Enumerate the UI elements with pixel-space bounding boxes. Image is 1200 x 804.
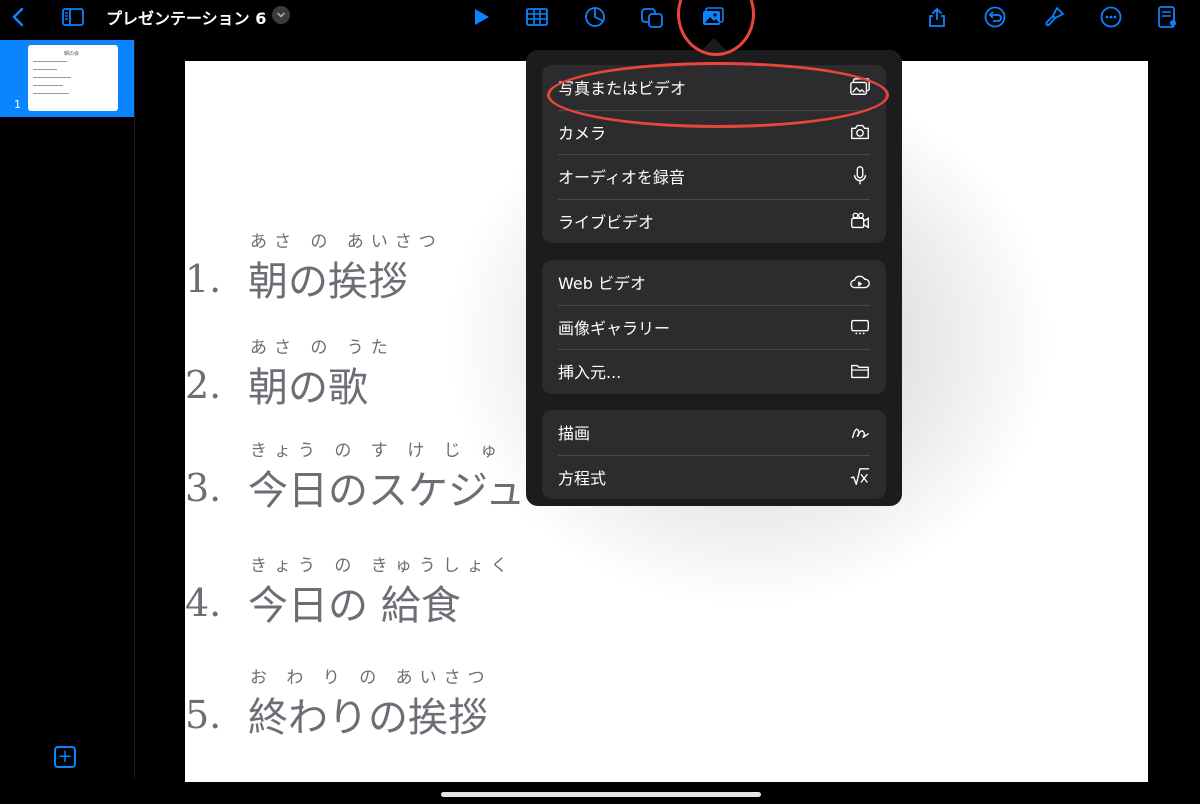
add-slide-button[interactable]: + <box>54 746 76 768</box>
slide-number: 1 <box>14 98 21 111</box>
menu-item-record-audio[interactable]: オーディオを録音 <box>542 154 886 199</box>
chevron-down-icon[interactable] <box>272 6 290 24</box>
more-icon[interactable] <box>1096 2 1126 32</box>
table-icon[interactable] <box>522 2 552 32</box>
draw-icon <box>848 421 872 443</box>
undo-icon[interactable] <box>980 2 1010 32</box>
menu-group-media: 写真またはビデオ カメラ オーディオを録音 ライブビデオ <box>542 65 886 243</box>
item-text: 朝の歌 <box>248 365 368 411</box>
menu-item-photo-or-video[interactable]: 写真またはビデオ <box>542 65 886 110</box>
play-icon[interactable] <box>466 2 496 32</box>
slide-navigator <box>0 38 134 804</box>
cloud-play-icon <box>848 271 872 293</box>
back-icon[interactable] <box>4 2 34 32</box>
menu-item-label: 挿入元... <box>558 363 622 383</box>
share-icon[interactable] <box>922 2 952 32</box>
insert-media-popover: 写真またはビデオ カメラ オーディオを録音 ライブビデオ Web ビデオ 画像ギ… <box>526 50 902 506</box>
menu-item-equation[interactable]: 方程式 <box>542 454 886 500</box>
menu-item-live-video[interactable]: ライブビデオ <box>542 198 886 244</box>
popover-arrow <box>702 38 726 50</box>
media-icon[interactable] <box>698 2 728 32</box>
item-number: 1. <box>185 257 222 301</box>
video-camera-icon <box>848 210 872 232</box>
item-text: 今日のスケジュ <box>248 468 526 514</box>
equation-icon <box>848 466 872 488</box>
item-number: 3. <box>185 466 222 510</box>
item-text: 今日の 給食 <box>248 583 461 629</box>
menu-item-label: 画像ギャラリー <box>558 318 671 338</box>
slide-thumbnail[interactable]: 朝の会 <box>28 45 118 111</box>
menu-group-draw: 描画 方程式 <box>542 410 886 499</box>
thumbnail-title: 朝の会 <box>64 51 80 57</box>
menu-item-label: ライブビデオ <box>558 212 655 232</box>
menu-item-label: オーディオを録音 <box>558 168 685 188</box>
item-number: 4. <box>185 581 222 625</box>
item-text: 朝の挨拶 <box>248 259 408 305</box>
item-number: 2. <box>185 363 222 407</box>
microphone-icon <box>848 165 872 187</box>
menu-item-label: 描画 <box>558 424 591 444</box>
menu-group-web: Web ビデオ 画像ギャラリー 挿入元... <box>542 260 886 394</box>
presenter-notes-icon[interactable] <box>1152 2 1182 32</box>
menu-item-camera[interactable]: カメラ <box>542 109 886 155</box>
sidebar-icon[interactable] <box>58 2 88 32</box>
photo-library-icon <box>848 76 872 98</box>
menu-item-label: 方程式 <box>558 468 607 488</box>
menu-item-insert-from[interactable]: 挿入元... <box>542 349 886 394</box>
document-title[interactable]: プレゼンテーション 6 <box>106 5 266 29</box>
thumbnail-lines <box>33 61 71 94</box>
menu-item-drawing[interactable]: 描画 <box>542 410 886 455</box>
camera-icon <box>848 121 872 143</box>
gallery-icon <box>848 316 872 338</box>
folder-icon <box>848 360 872 382</box>
menu-item-label: 写真またはビデオ <box>558 79 687 99</box>
menu-item-label: カメラ <box>558 123 607 143</box>
menu-item-image-gallery[interactable]: 画像ギャラリー <box>542 304 886 350</box>
item-number: 5. <box>185 693 222 737</box>
menu-item-label: Web ビデオ <box>558 274 646 294</box>
top-toolbar: プレゼンテーション 6 <box>0 0 1200 38</box>
menu-item-web-video[interactable]: Web ビデオ <box>542 260 886 305</box>
item-text: 終わりの挨拶 <box>248 695 488 741</box>
format-brush-icon[interactable] <box>1039 2 1069 32</box>
shape-icon[interactable] <box>637 2 667 32</box>
home-indicator <box>441 792 761 797</box>
sidebar-divider <box>134 38 135 778</box>
chart-icon[interactable] <box>580 2 610 32</box>
